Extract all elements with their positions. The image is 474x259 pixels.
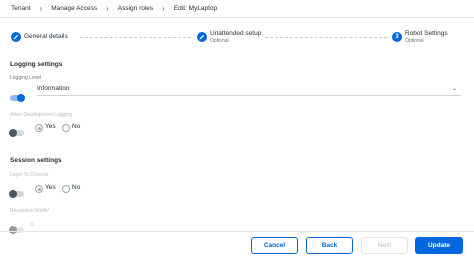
logging-level-label: Logging Level <box>10 75 42 81</box>
breadcrumb-tenant[interactable]: Tenant <box>11 5 31 12</box>
chevron-right-icon: › <box>162 3 165 13</box>
step-robot-settings[interactable]: Robot Settings <box>405 30 448 37</box>
chevron-right-icon: › <box>106 3 109 13</box>
update-button[interactable]: Update <box>415 237 463 254</box>
wizard-stepper: General details Unattended setup Optiona… <box>0 28 474 48</box>
resolution-width-value[interactable]: 0 <box>31 222 34 228</box>
next-button[interactable]: Next <box>361 237 408 254</box>
pencil-icon[interactable] <box>11 32 21 42</box>
toggle-knob <box>9 226 17 234</box>
breadcrumb-manage-access[interactable]: Manage Access <box>51 5 97 12</box>
toggle-knob <box>17 94 25 102</box>
dev-logging-no-label: No <box>72 123 81 130</box>
step-general-details[interactable]: General details <box>24 33 68 40</box>
toggle-knob <box>9 129 17 137</box>
login-console-toggle[interactable] <box>9 190 24 198</box>
toggle-knob <box>9 190 17 198</box>
cancel-button[interactable]: Cancel <box>251 237 298 254</box>
login-console-no-radio[interactable] <box>62 185 70 193</box>
session-settings-title: Session settings <box>10 157 62 164</box>
login-console-label: Login To Console <box>10 172 49 178</box>
logging-level-select[interactable]: Information <box>37 85 70 92</box>
breadcrumb-current: Edit: MyLaptop <box>173 5 218 12</box>
back-button[interactable]: Back <box>306 237 353 254</box>
step-unattended-setup[interactable]: Unattended setup <box>210 30 261 37</box>
dev-logging-yes-radio[interactable] <box>35 124 43 132</box>
dev-logging-no-radio[interactable] <box>62 124 70 132</box>
breadcrumb: Tenant › Manage Access › Assign roles › … <box>0 0 474 17</box>
step-number: 3 <box>395 34 399 40</box>
chevron-right-icon: › <box>39 3 43 13</box>
step-connector <box>265 37 387 38</box>
dev-logging-yes-label: Yes <box>45 123 56 130</box>
login-console-yes-label: Yes <box>45 184 56 191</box>
pencil-icon[interactable] <box>197 32 207 42</box>
chevron-down-icon[interactable]: ⌄ <box>452 85 457 92</box>
step-optional-label: Optional <box>405 38 424 44</box>
login-console-yes-radio[interactable] <box>35 185 43 193</box>
dev-logging-toggle[interactable] <box>9 129 24 137</box>
resolution-width-label: Resolution Width* <box>10 208 50 214</box>
logging-level-toggle[interactable] <box>10 94 25 102</box>
step-3-indicator[interactable]: 3 <box>392 32 402 42</box>
dev-logging-label: Allow Development Logging <box>10 112 72 118</box>
step-optional-label: Optional <box>210 38 229 44</box>
select-underline <box>37 95 461 96</box>
logging-settings-title: Logging settings <box>10 61 63 68</box>
step-connector <box>80 37 191 38</box>
header-divider <box>0 17 474 18</box>
resolution-width-toggle[interactable] <box>9 226 24 234</box>
footer-divider <box>0 231 474 232</box>
login-console-no-label: No <box>72 184 81 191</box>
breadcrumb-assign-roles[interactable]: Assign roles <box>118 5 153 12</box>
